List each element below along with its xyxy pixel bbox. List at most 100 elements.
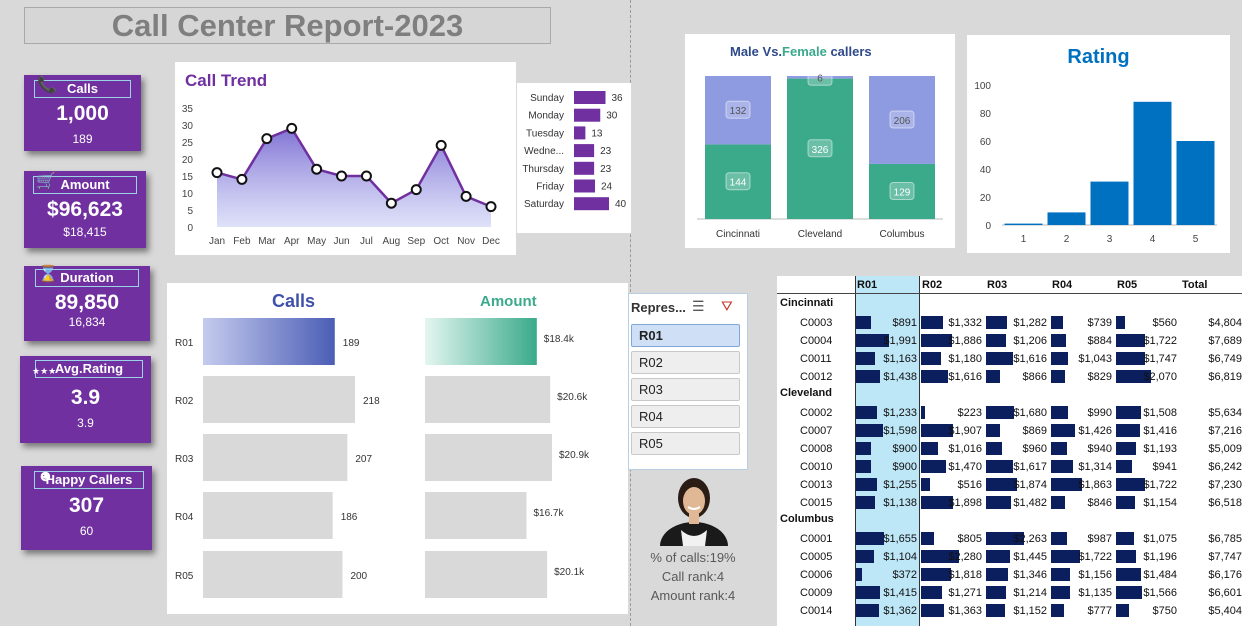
table-row[interactable]: C0004 $1,991 $1,886 $1,206 $884 $1,722 $7,689: [777, 331, 1242, 349]
rep-calls-value: 218: [363, 396, 380, 407]
slicer-item-r05[interactable]: R05: [631, 432, 740, 455]
pivot-cell-value: $1,332: [948, 317, 982, 329]
trend-point: [460, 190, 472, 202]
table-row[interactable]: C0009 $1,415 $1,271 $1,214 $1,135 $1,566 $6,60…: [777, 583, 1242, 601]
table-row[interactable]: C0001 $1,655 $805 $2,263 $987 $1,075 $6,785: [777, 529, 1242, 547]
rating-plot: 0 20 40 60 80 100 1 2 3 4 5: [974, 81, 1217, 245]
pivot-row-total: $5,009: [1208, 443, 1242, 455]
clear-filter-icon[interactable]: ⛛: [721, 298, 733, 315]
pivot-cell: $1,016: [920, 440, 985, 456]
table-row[interactable]: C0010 $900 $1,470 $1,617 $1,314 $941 $6,242: [777, 457, 1242, 475]
rating-bar: [1090, 181, 1129, 225]
pivot-cell: $805: [920, 530, 985, 546]
kpi-happy-card[interactable]: ☻ Happy Callers 307 60: [21, 466, 152, 550]
representative-slicer[interactable]: Repres... ☰ ⛛ R01 R02 R03 R04 R05: [628, 293, 748, 470]
table-row[interactable]: C0003 $891 $1,332 $1,282 $739 $560 $4,804: [777, 313, 1242, 331]
trend-xtick: Oct: [433, 236, 449, 247]
rep-performance-chart[interactable]: Calls Amount R01 189 $18.4k R02 218 $20.6k R03…: [167, 283, 628, 614]
pivot-group-row[interactable]: Columbus: [777, 511, 1242, 529]
table-row[interactable]: C0002 $1,233 $223 $1,680 $990 $1,508 $5,634: [777, 403, 1242, 421]
table-row[interactable]: C0008 $900 $1,016 $960 $940 $1,193 $5,009: [777, 439, 1242, 457]
weekday-bar: [574, 144, 595, 158]
pivot-table[interactable]: R01 R02 R03 R04 R05 Total Cincinnati C000…: [777, 276, 1242, 626]
pivot-cell-value: $1,138: [883, 497, 917, 509]
rating-chart[interactable]: Rating 0 20 40 60 80 100 1 2 3 4 5: [967, 35, 1230, 253]
rep-label: R04: [175, 512, 194, 523]
pivot-cell-value: $1,907: [948, 425, 982, 437]
multi-select-icon[interactable]: ☰: [692, 298, 705, 315]
slicer-item-r04[interactable]: R04: [631, 405, 740, 428]
rep-calls-bar: [203, 318, 335, 365]
pivot-cell-value: $1,016: [948, 443, 982, 455]
trend-xtick: Mar: [258, 236, 276, 247]
kpi-rating-label: ★★★ Avg.Rating: [32, 360, 143, 378]
kpi-amount-card[interactable]: 🛒 Amount $96,623 $18,415: [24, 171, 146, 248]
table-row[interactable]: C0015 $1,138 $1,898 $1,482 $846 $1,154 $6,518: [777, 493, 1242, 511]
pivot-cell-value: $829: [1087, 371, 1112, 383]
pivot-col-r05[interactable]: R05: [1117, 279, 1137, 291]
kpi-calls-sub: 189: [72, 132, 93, 146]
pivot-data-bar: [986, 442, 1002, 455]
weekday-bar: [574, 126, 586, 140]
pivot-data-bar: [1051, 406, 1068, 419]
weekday-label: Tuesday: [526, 128, 564, 139]
pivot-col-r04[interactable]: R04: [1052, 279, 1072, 291]
pivot-data-bar: [1051, 586, 1070, 599]
rep-label: R02: [175, 396, 194, 407]
trend-ytick: 15: [182, 172, 194, 183]
table-row[interactable]: C0006 $372 $1,818 $1,346 $1,156 $1,484 $6,176: [777, 565, 1242, 583]
call-trend-chart[interactable]: Call Trend 0 5 10 15 20 25 30 35 Jan Feb Mar Apr May…: [175, 62, 516, 255]
pivot-row-id: C0014: [800, 605, 833, 617]
pivot-group-row[interactable]: Cincinnati: [777, 295, 1242, 313]
pivot-data-bar: [1116, 424, 1140, 437]
table-row[interactable]: C0013 $1,255 $516 $1,874 $1,863 $1,722 $7,230: [777, 475, 1242, 493]
table-row[interactable]: C0011 $1,163 $1,180 $1,616 $1,043 $1,747 $6,74…: [777, 349, 1242, 367]
pivot-cell-value: $1,886: [948, 335, 982, 347]
kpi-rating-value: 3.9: [70, 386, 101, 409]
pivot-row-id: C0003: [800, 317, 833, 329]
gender-city-label: Cincinnati: [716, 229, 760, 240]
pivot-data-bar: [856, 586, 880, 599]
slicer-item-r03[interactable]: R03: [631, 378, 740, 401]
pivot-data-bar: [1116, 550, 1136, 563]
pivot-cell: $2,280: [920, 548, 985, 564]
rating-xtick: 5: [1193, 234, 1199, 245]
trend-point: [485, 201, 497, 213]
kpi-duration-card[interactable]: ⌛ Duration 89,850 16,834: [24, 266, 150, 341]
pivot-cell: $1,193: [1115, 440, 1180, 456]
rep-calls-bar: [203, 376, 355, 423]
pivot-cell-value: $750: [1152, 605, 1177, 617]
weekday-calls-chart[interactable]: Sunday 36 Monday 30 Tuesday 13 Wedne... 23 Thurs…: [517, 83, 631, 233]
gender-female-value: 326: [812, 145, 829, 156]
gender-chart[interactable]: Male Vs.Female callers 144 132 Cincinnati 3…: [685, 34, 955, 248]
table-row[interactable]: C0012 $1,438 $1,616 $866 $829 $2,070 $6,819: [777, 367, 1242, 385]
table-row[interactable]: C0007 $1,598 $1,907 $869 $1,426 $1,416 $7,216: [777, 421, 1242, 439]
pivot-cell: $1,445: [985, 548, 1050, 564]
pivot-col-r01[interactable]: R01: [857, 279, 877, 291]
slicer-item-r02[interactable]: R02: [631, 351, 740, 374]
pivot-cell: $1,898: [920, 494, 985, 510]
pivot-cell: $1,282: [985, 314, 1050, 330]
table-row[interactable]: C0005 $1,104 $2,280 $1,445 $1,722 $1,196 $7,74…: [777, 547, 1242, 565]
kpi-rating-card[interactable]: ★★★ Avg.Rating 3.9 3.9: [20, 356, 151, 443]
kpi-calls-card[interactable]: 📞 Calls 1,000 189: [24, 75, 141, 151]
rating-xtick: 4: [1150, 234, 1156, 245]
weekday-value: 23: [600, 164, 612, 175]
slicer-item-r01[interactable]: R01: [631, 324, 740, 347]
pivot-col-r02[interactable]: R02: [922, 279, 942, 291]
rating-bar: [1176, 141, 1215, 225]
rep-calls-bar: [203, 492, 333, 539]
pivot-cell: $1,991: [855, 332, 920, 348]
pivot-cell-value: $2,280: [948, 551, 982, 563]
pivot-cell-value: $1,154: [1143, 497, 1177, 509]
pivot-col-total[interactable]: Total: [1182, 279, 1207, 291]
pivot-group-row[interactable]: Cleveland: [777, 385, 1242, 403]
table-row[interactable]: C0014 $1,362 $1,363 $1,152 $777 $750 $5,404: [777, 601, 1242, 619]
pivot-data-bar: [856, 496, 875, 509]
pivot-col-r03[interactable]: R03: [987, 279, 1007, 291]
pivot-cell: $1,154: [1115, 494, 1180, 510]
pivot-cell: $1,722: [1115, 332, 1180, 348]
rep-stats: % of calls:19% Call rank:4 Amount rank:4: [633, 548, 753, 605]
weekday-value: 23: [600, 146, 612, 157]
pivot-group-label: Columbus: [780, 513, 834, 525]
